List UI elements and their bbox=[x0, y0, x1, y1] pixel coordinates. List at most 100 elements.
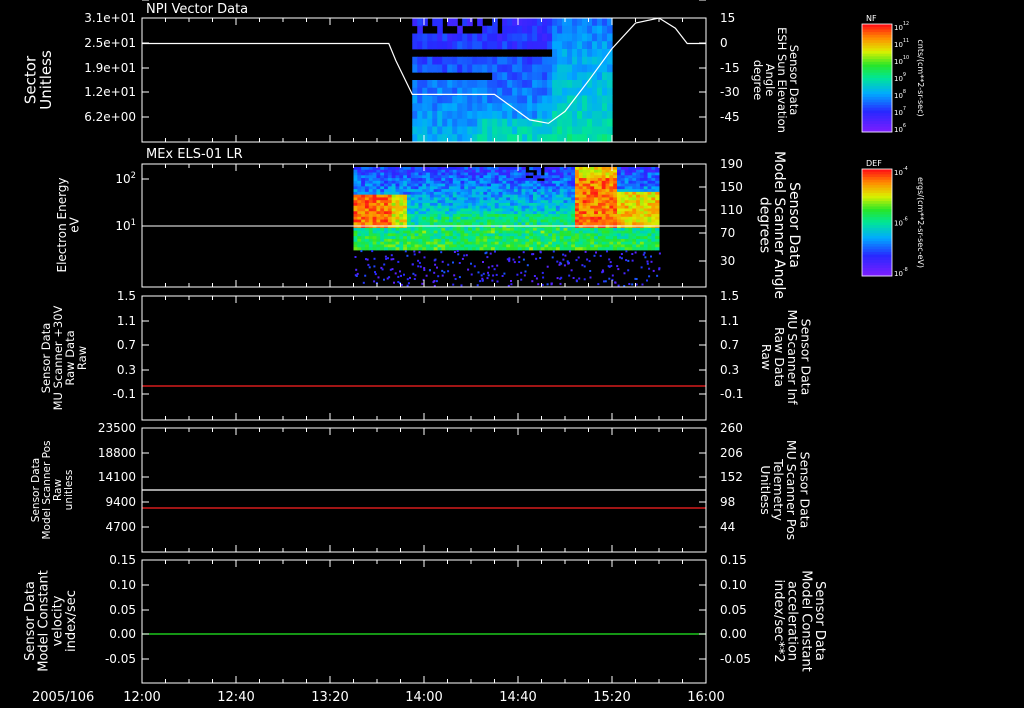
els-spectrogram-cell bbox=[609, 230, 614, 234]
els-spectrogram-cell bbox=[471, 244, 477, 248]
npi-spectrogram-cell bbox=[412, 56, 418, 65]
els-spectrogram-cell bbox=[590, 202, 595, 207]
npi-spectrogram-cell bbox=[542, 56, 548, 65]
els-spectrogram-cell bbox=[418, 180, 423, 184]
els-spectrogram-cell bbox=[376, 169, 381, 173]
els-spectrogram-cell bbox=[406, 169, 412, 173]
els-spectrogram-cell bbox=[361, 186, 366, 190]
els-spectrogram-cell bbox=[403, 197, 408, 201]
els-spectrogram-cell bbox=[357, 194, 362, 198]
els-spectrogram-cell bbox=[647, 247, 652, 251]
els-spectrogram-cell bbox=[513, 197, 519, 201]
els-spectrogram-cell bbox=[406, 186, 412, 190]
els-spectrogram-cell bbox=[414, 189, 419, 193]
els-sparse-point bbox=[627, 259, 630, 262]
els-spectrogram-cell bbox=[483, 183, 488, 187]
npi-spectrogram-cell bbox=[502, 80, 508, 89]
els-spectrogram-cell bbox=[460, 230, 465, 234]
els-spectrogram-cell bbox=[574, 211, 580, 215]
els-spectrogram-cell bbox=[655, 236, 660, 240]
els-sparse-point bbox=[417, 265, 420, 268]
els-spectrogram-cell bbox=[548, 169, 553, 173]
els-sparse-point bbox=[393, 281, 395, 284]
npi-spectrogram-cell bbox=[597, 126, 603, 135]
els-spectrogram-cell bbox=[647, 238, 652, 243]
els-spectrogram-cell bbox=[632, 186, 637, 190]
els-spectrogram-cell bbox=[418, 194, 423, 198]
npi-spectrogram-cell bbox=[527, 126, 533, 135]
els-spectrogram-cell bbox=[418, 208, 423, 212]
npi-spectrogram-cell bbox=[437, 95, 443, 104]
els-spectrogram-cell bbox=[433, 216, 439, 220]
els-sparse-point bbox=[631, 253, 634, 255]
els-spectrogram-cell bbox=[639, 180, 645, 184]
els-spectrogram-cell bbox=[391, 189, 397, 193]
els-sparse-point bbox=[447, 263, 450, 266]
els-spectrogram-cell bbox=[426, 219, 431, 223]
els-spectrogram-cell bbox=[639, 230, 645, 234]
npi-spectrogram-cell bbox=[427, 126, 433, 135]
els-spectrogram-cell bbox=[582, 236, 587, 240]
els-spectrogram-cell bbox=[468, 191, 473, 196]
npi-spectrogram-cell bbox=[597, 95, 603, 104]
els-spectrogram-cell bbox=[578, 191, 584, 196]
els-spectrogram-cell bbox=[594, 244, 599, 248]
els-spectrogram-cell bbox=[475, 189, 481, 193]
els-spectrogram-cell bbox=[548, 175, 553, 179]
els-spectrogram-cell bbox=[590, 236, 595, 240]
els-spectrogram-cell bbox=[548, 244, 553, 248]
els-spectrogram-cell bbox=[357, 191, 362, 196]
els-spectrogram-cell bbox=[448, 247, 454, 251]
els-spectrogram-cell bbox=[502, 191, 507, 196]
els-spectrogram-cell bbox=[563, 222, 568, 226]
els-spectrogram-cell bbox=[544, 172, 549, 176]
els-spectrogram-cell bbox=[582, 200, 587, 204]
els-spectrogram-cell bbox=[544, 189, 549, 193]
npi-spectrogram-cell bbox=[457, 25, 463, 34]
els-spectrogram-cell bbox=[460, 186, 465, 190]
els-spectrogram-cell bbox=[647, 216, 652, 220]
els-spectrogram-cell bbox=[502, 172, 507, 176]
els-spectrogram-cell bbox=[364, 227, 370, 232]
els-spectrogram-cell bbox=[410, 247, 416, 251]
els-spectrogram-cell bbox=[559, 211, 565, 215]
els-spectrogram-cell bbox=[475, 238, 481, 243]
els-spectrogram-cell bbox=[597, 241, 603, 245]
els-spectrogram-cell bbox=[574, 194, 580, 198]
els-spectrogram-cell bbox=[544, 178, 549, 182]
els-spectrogram-cell bbox=[643, 186, 649, 190]
els-spectrogram-cell bbox=[540, 216, 545, 220]
els-spectrogram-cell bbox=[437, 244, 442, 248]
els-spectrogram-cell bbox=[387, 194, 393, 198]
npi-spectrogram-cell bbox=[432, 95, 438, 104]
els-spectrogram-cell bbox=[372, 200, 377, 204]
els-sparse-point bbox=[542, 276, 545, 279]
els-spectrogram-cell bbox=[651, 241, 656, 245]
els-sparse-point bbox=[546, 283, 549, 286]
els-spectrogram-cell bbox=[536, 214, 542, 218]
els-spectrogram-cell bbox=[490, 189, 496, 193]
els-spectrogram-cell bbox=[594, 167, 599, 171]
els-spectrogram-cell bbox=[368, 189, 374, 193]
els-spectrogram-cell bbox=[521, 197, 526, 201]
els-spectrogram-cell bbox=[513, 227, 519, 232]
els-spectrogram-cell bbox=[525, 244, 530, 248]
els-spectrogram-cell bbox=[544, 230, 549, 234]
els-spectrogram-cell bbox=[380, 175, 385, 179]
els-spectrogram-cell bbox=[571, 230, 576, 234]
els-spectrogram-cell bbox=[529, 180, 534, 184]
els-spectrogram-cell bbox=[567, 169, 572, 173]
els-spectrogram-cell bbox=[437, 200, 442, 204]
npi-spectrogram-cell bbox=[587, 25, 593, 34]
npi-spectrogram-cell bbox=[417, 33, 423, 42]
els-spectrogram-cell bbox=[357, 180, 362, 184]
els-spectrogram-cell bbox=[475, 205, 481, 209]
els-spectrogram-cell bbox=[632, 180, 637, 184]
els-spectrogram-cell bbox=[441, 208, 446, 212]
els-spectrogram-cell bbox=[548, 178, 553, 182]
els-spectrogram-cell bbox=[448, 214, 454, 218]
els-spectrogram-cell bbox=[422, 227, 427, 232]
els-spectrogram-cell bbox=[399, 186, 404, 190]
els-spectrogram-cell bbox=[414, 191, 419, 196]
els-spectrogram-cell bbox=[361, 211, 366, 215]
